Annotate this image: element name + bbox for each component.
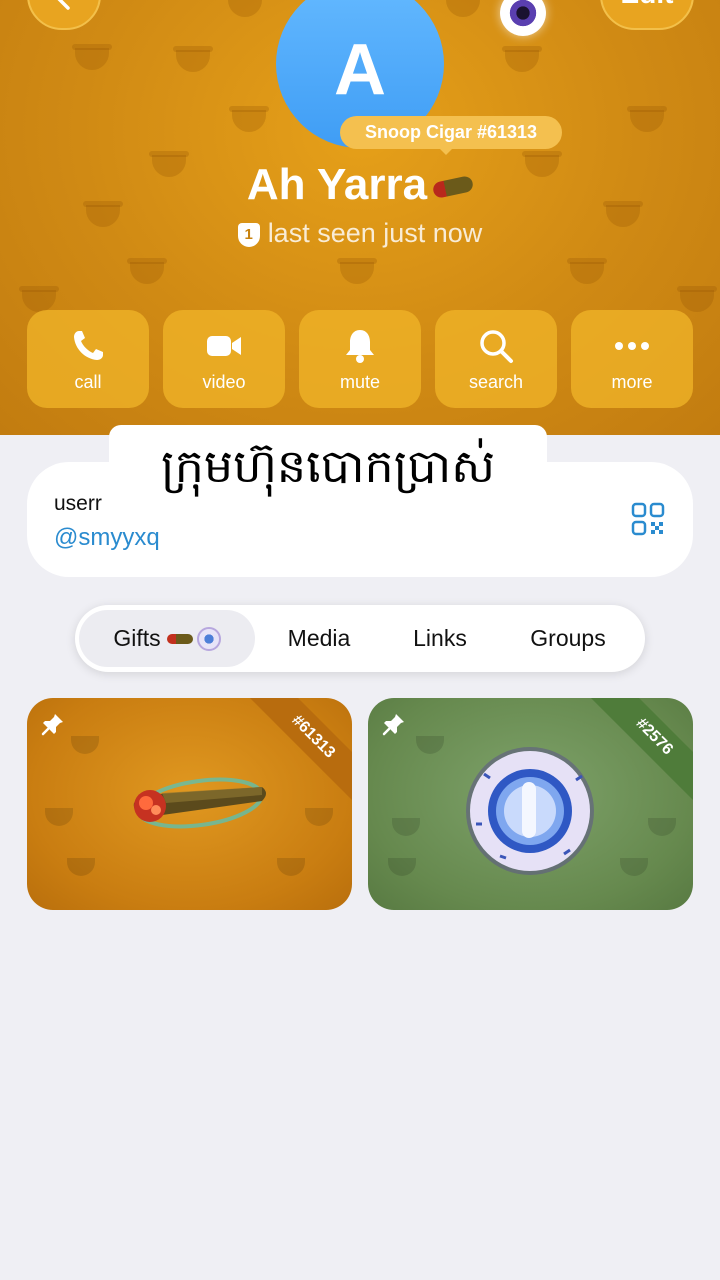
tab-media[interactable]: Media — [265, 610, 373, 667]
action-buttons: call video mute search more — [27, 310, 693, 408]
chevron-left-icon — [57, 0, 70, 10]
cigar-gift-icon — [166, 633, 193, 644]
username-handle[interactable]: @smyyxq — [54, 524, 160, 552]
tab-gifts-label: Gifts — [113, 625, 161, 651]
qr-code-icon[interactable] — [631, 502, 665, 536]
caption-overlay: ក្រុមហ៊ុនបោកប្រាស់ — [109, 425, 547, 507]
last-seen-row: 1 last seen just now — [0, 218, 720, 249]
tab-gifts[interactable]: Gifts — [79, 610, 255, 667]
gift-card-snoop-cigar[interactable]: #61313 — [27, 698, 352, 910]
username-label: userr — [54, 492, 102, 515]
pin-icon[interactable] — [382, 712, 406, 736]
shield-badge-icon[interactable]: 1 — [237, 223, 260, 247]
mute-label: mute — [339, 371, 381, 392]
pin-icon[interactable] — [41, 712, 65, 736]
phone-icon — [74, 330, 103, 360]
tab-links[interactable]: Links — [385, 610, 495, 667]
gift-pill[interactable]: Snoop Cigar #61313 — [340, 116, 562, 155]
video-button[interactable]: video — [163, 310, 285, 408]
orb-gift-image — [466, 747, 594, 875]
video-label: video — [202, 371, 246, 392]
cigar-gift-image — [133, 777, 266, 829]
more-label: more — [611, 371, 653, 392]
call-button[interactable]: call — [27, 310, 149, 408]
orb-gift-icon — [196, 626, 221, 651]
video-camera-icon — [207, 335, 241, 356]
more-dots-icon — [615, 341, 649, 350]
last-seen-text: last seen just now — [267, 218, 483, 248]
mute-button[interactable]: mute — [299, 310, 421, 408]
more-button[interactable]: more — [571, 310, 693, 408]
bell-icon — [346, 329, 374, 363]
gift-card-orb[interactable]: #2576 — [368, 698, 693, 910]
search-label: search — [468, 371, 524, 392]
profile-header: Edit A Snoop Cigar #61313 Ah Yarra 1last… — [0, 0, 720, 435]
profile-name-row: Ah Yarra — [0, 160, 720, 210]
tab-groups[interactable]: Groups — [505, 610, 631, 667]
call-label: call — [74, 371, 102, 392]
search-button[interactable]: search — [435, 310, 557, 408]
cigar-emoji-icon[interactable] — [431, 175, 475, 200]
profile-tabs: Gifts Media Links Groups — [75, 605, 645, 672]
search-icon — [480, 329, 513, 363]
profile-name: Ah Yarra — [246, 160, 428, 209]
